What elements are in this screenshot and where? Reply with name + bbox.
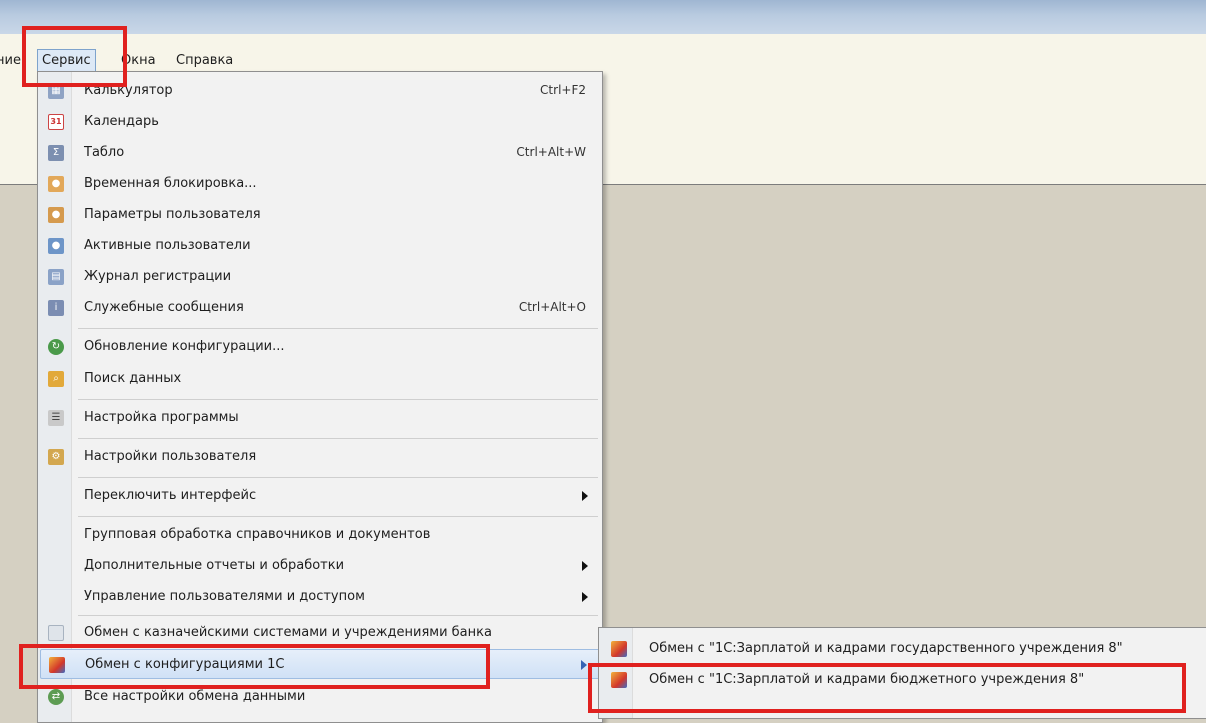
menu-item-label: Все настройки обмена данными (84, 689, 306, 704)
calendar-icon: 31 (48, 114, 64, 130)
messages-icon: i (48, 300, 64, 316)
menu-item-additional-reports[interactable]: Дополнительные отчеты и обработки (40, 551, 600, 581)
menu-item-label: Управление пользователями и доступом (84, 589, 365, 604)
menu-item-calendar[interactable]: 31 Календарь (40, 107, 600, 137)
submenu-arrow-icon (582, 561, 588, 571)
menu-separator (78, 615, 598, 616)
title-bar (0, 0, 1206, 34)
menu-item-label: Переключить интерфейс (84, 488, 257, 503)
menu-item-label: Служебные сообщения (84, 300, 244, 315)
menu-item-label: Активные пользователи (84, 238, 251, 253)
menu-item-label: Дополнительные отчеты и обработки (84, 558, 345, 573)
exchange-1c-icon (611, 641, 627, 657)
menu-item-label: Групповая обработка справочников и докум… (84, 527, 431, 542)
menu-item-label: Обновление конфигурации... (84, 339, 285, 354)
submenu-item-label: Обмен с "1С:Зарплатой и кадрами государс… (649, 641, 1123, 656)
menu-item-label: Поиск данных (84, 371, 182, 386)
menu-item-temp-lock[interactable]: ● Временная блокировка... (40, 169, 600, 199)
menu-item-label: Параметры пользователя (84, 207, 261, 222)
menu-item-label: Обмен с казначейскими системами и учрежд… (84, 625, 492, 640)
menu-item-data-search[interactable]: ⌕ Поиск данных (40, 364, 600, 394)
menu-separator (78, 477, 598, 478)
menu-item-shortcut: Ctrl+Alt+W (516, 145, 586, 159)
menu-separator (78, 328, 598, 329)
update-icon: ↻ (48, 339, 64, 355)
log-icon: ▤ (48, 269, 64, 285)
menu-item-user-prefs[interactable]: ⚙ Настройки пользователя (40, 442, 600, 472)
submenu-item-zkgu[interactable]: Обмен с "1С:Зарплатой и кадрами государс… (601, 634, 1201, 664)
menu-item-service-messages[interactable]: i Служебные сообщения Ctrl+Alt+O (40, 293, 600, 323)
user-prefs-icon: ⚙ (48, 449, 64, 465)
menu-item-label: Табло (84, 145, 125, 160)
menu-item-switch-interface[interactable]: Переключить интерфейс (40, 481, 600, 511)
service-dropdown-menu: ▦ Калькулятор Ctrl+F2 31 Календарь Σ Таб… (37, 71, 603, 723)
menu-item-shortcut: Ctrl+F2 (540, 83, 586, 97)
menu-item-label: Настройка программы (84, 410, 239, 425)
menu-item-scoreboard[interactable]: Σ Табло Ctrl+Alt+W (40, 138, 600, 168)
exchange-settings-icon: ⇄ (48, 689, 64, 705)
highlight-box-exchange-zkgu (588, 663, 1186, 713)
menu-separator (78, 438, 598, 439)
submenu-arrow-icon (582, 491, 588, 501)
search-data-icon: ⌕ (48, 371, 64, 387)
submenu-arrow-icon (582, 592, 588, 602)
menu-separator (78, 516, 598, 517)
menu-item-group-processing[interactable]: Групповая обработка справочников и докум… (40, 520, 600, 550)
lock-user-icon: ● (48, 176, 64, 192)
menu-item-shortcut: Ctrl+Alt+O (518, 300, 586, 314)
highlight-box-exchange-1c (19, 644, 490, 689)
menu-item-registration-log[interactable]: ▤ Журнал регистрации (40, 262, 600, 292)
menu-item-label: Временная блокировка... (84, 176, 257, 191)
user-settings-icon: ● (48, 207, 64, 223)
menu-separator (78, 399, 598, 400)
menu-item-user-access[interactable]: Управление пользователями и доступом (40, 582, 600, 612)
program-settings-icon: ☰ (48, 410, 64, 426)
treasury-exchange-icon (48, 625, 64, 641)
menu-item-label: Настройки пользователя (84, 449, 257, 464)
menu-item-label: Календарь (84, 114, 159, 129)
scoreboard-icon: Σ (48, 145, 64, 161)
menu-item-label: Журнал регистрации (84, 269, 232, 284)
menu-item-user-params[interactable]: ● Параметры пользователя (40, 200, 600, 230)
menu-help[interactable]: Справка (172, 50, 237, 71)
submenu-arrow-icon (581, 660, 587, 670)
menu-item-config-update[interactable]: ↻ Обновление конфигурации... (40, 332, 600, 362)
menu-item-program-settings[interactable]: ☰ Настройка программы (40, 403, 600, 433)
active-users-icon: ● (48, 238, 64, 254)
menu-item-active-users[interactable]: ● Активные пользователи (40, 231, 600, 261)
highlight-box-service-menu (22, 26, 127, 87)
